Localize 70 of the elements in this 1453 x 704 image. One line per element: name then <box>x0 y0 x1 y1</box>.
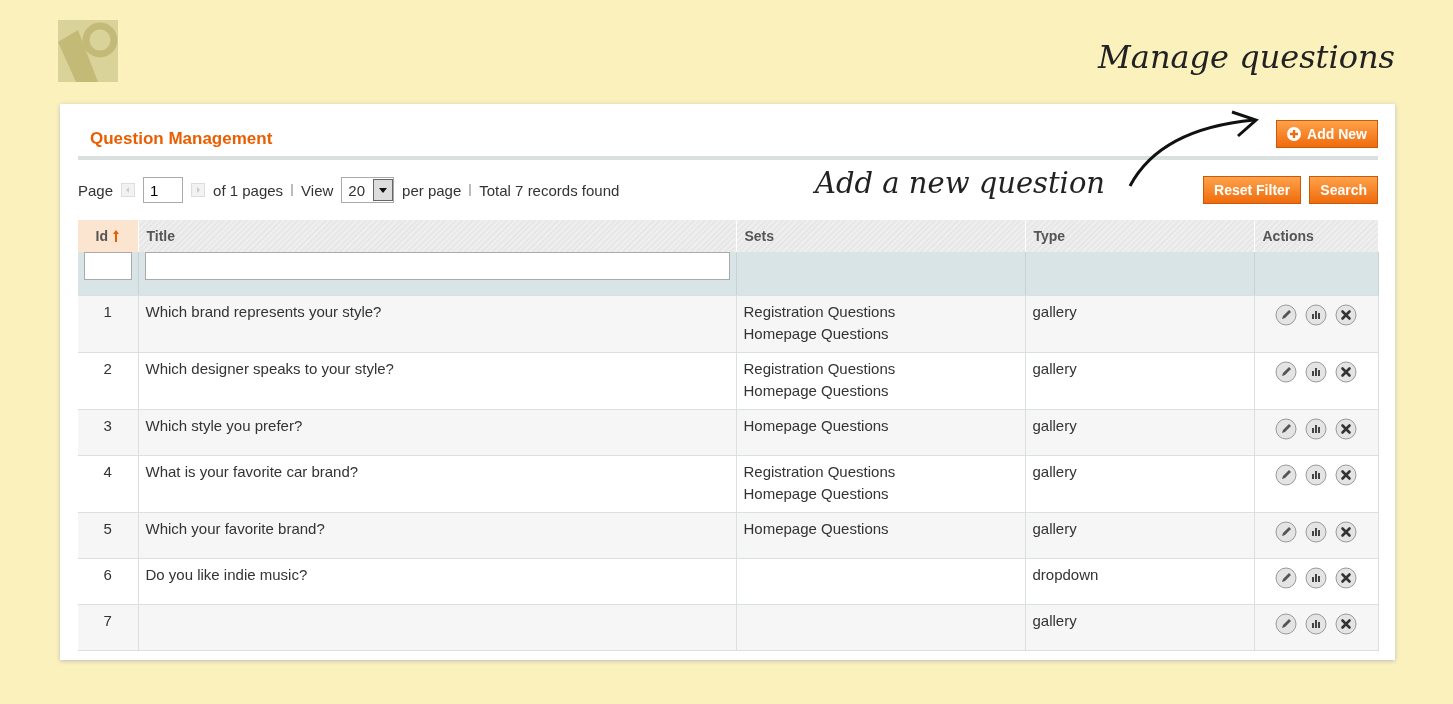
set-name: Registration Questions <box>743 302 897 322</box>
page-count: of 1 pages <box>213 181 284 199</box>
statistics-button[interactable] <box>1305 613 1327 635</box>
type-cell: gallery <box>1025 455 1254 513</box>
statistics-button[interactable] <box>1305 464 1327 486</box>
set-name: Registration Questions <box>743 462 897 482</box>
title-cell: What is your favorite car brand? <box>138 455 736 513</box>
delete-button[interactable] <box>1335 567 1357 589</box>
delete-button[interactable] <box>1335 613 1357 635</box>
column-header[interactable]: Title <box>138 220 736 252</box>
statistics-button[interactable] <box>1305 304 1327 326</box>
page-label: Page <box>78 181 114 199</box>
statistics-button[interactable] <box>1305 361 1327 383</box>
id-cell: 3 <box>78 409 138 456</box>
per-page-label: per page <box>402 181 462 199</box>
id-cell: 7 <box>78 604 138 651</box>
edit-button[interactable] <box>1275 304 1297 326</box>
delete-button[interactable] <box>1335 521 1357 543</box>
statistics-button[interactable] <box>1305 418 1327 440</box>
edit-button[interactable] <box>1275 464 1297 486</box>
plus-circle-icon <box>1287 127 1302 141</box>
title-cell: Which designer speaks to your style? <box>138 352 736 410</box>
set-name: Homepage Questions <box>743 381 890 401</box>
id-cell: 5 <box>78 512 138 559</box>
type-cell: gallery <box>1025 604 1254 651</box>
records-count: Total 7 records found <box>479 181 620 199</box>
filter-input[interactable] <box>84 252 132 280</box>
set-name: Homepage Questions <box>743 484 890 504</box>
id-cell: 2 <box>78 352 138 410</box>
id-cell: 4 <box>78 455 138 513</box>
filter-input[interactable] <box>144 252 730 280</box>
view-label: View <box>301 181 334 199</box>
column-header[interactable]: Sets <box>736 220 1025 252</box>
edit-button[interactable] <box>1275 418 1297 440</box>
title-cell: Which your favorite brand? <box>138 512 736 559</box>
edit-button[interactable] <box>1275 361 1297 383</box>
page-title: Manage questions <box>1098 38 1395 76</box>
title-cell: Which style you prefer? <box>138 409 736 456</box>
edit-button[interactable] <box>1275 613 1297 635</box>
id-cell: 6 <box>78 558 138 605</box>
type-cell: gallery <box>1025 512 1254 559</box>
type-cell: gallery <box>1025 409 1254 456</box>
page-input[interactable]: 1 <box>143 177 184 203</box>
statistics-button[interactable] <box>1305 567 1327 589</box>
per-page-select[interactable]: 20 <box>341 177 395 203</box>
delete-button[interactable] <box>1335 464 1357 486</box>
set-name: Homepage Questions <box>743 416 890 436</box>
sort-up-icon <box>111 229 120 243</box>
column-header[interactable]: Actions <box>1254 220 1378 252</box>
id-cell: 1 <box>78 295 138 353</box>
edit-button[interactable] <box>1275 567 1297 589</box>
statistics-button[interactable] <box>1305 521 1327 543</box>
logo-icon <box>58 20 118 82</box>
type-cell: dropdown <box>1025 558 1254 605</box>
set-name: Homepage Questions <box>743 519 890 539</box>
edit-button[interactable] <box>1275 521 1297 543</box>
delete-button[interactable] <box>1335 304 1357 326</box>
title-cell: Do you like indie music? <box>138 558 736 605</box>
column-header[interactable]: Type <box>1025 220 1254 252</box>
title-cell: Which brand represents your style? <box>138 295 736 353</box>
set-name: Registration Questions <box>743 359 897 379</box>
set-name: Homepage Questions <box>743 324 890 344</box>
delete-button[interactable] <box>1335 361 1357 383</box>
panel-title: Question Management <box>90 129 273 149</box>
annotation-text: Add a new question <box>815 166 1106 200</box>
type-cell: gallery <box>1025 352 1254 410</box>
dropdown-icon <box>373 179 394 201</box>
column-header[interactable]: Id <box>78 220 138 252</box>
type-cell: gallery <box>1025 295 1254 353</box>
delete-button[interactable] <box>1335 418 1357 440</box>
